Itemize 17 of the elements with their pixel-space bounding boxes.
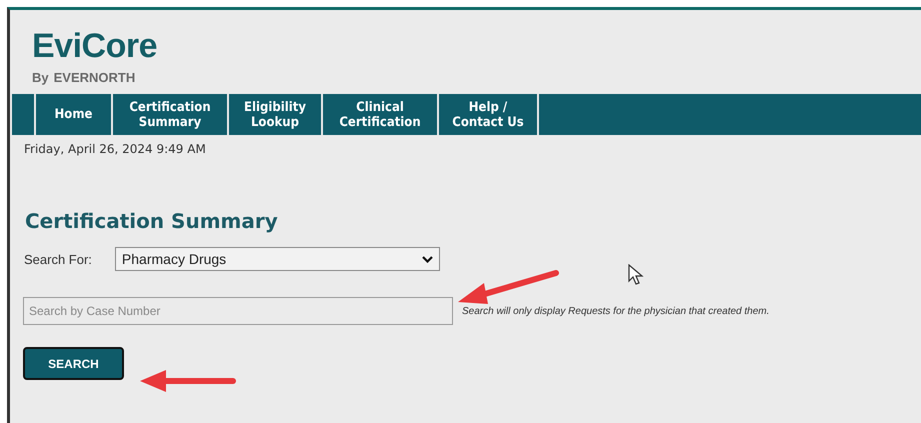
nav-tab[interactable]: Certification Summary [113, 94, 229, 135]
page-heading: Certification Summary [25, 209, 278, 233]
search-button[interactable]: SEARCH [23, 347, 124, 380]
tagline-text: By [32, 70, 49, 85]
nav-tab[interactable]: Clinical Certification [323, 94, 439, 135]
search-for-dropdown[interactable]: Pharmacy Drugs [114, 247, 440, 271]
nav-tab[interactable]: Home [36, 94, 113, 135]
chevron-down-icon [422, 256, 433, 262]
nav-tab[interactable]: Eligibility Lookup [229, 94, 323, 135]
logo-wordmark: EviCore [32, 28, 157, 64]
search-note: Search will only display Requests for the physician that created them. [462, 306, 770, 316]
cursor-icon [628, 264, 644, 286]
tagline-brand: EVERNORTH [54, 70, 136, 85]
date-text: Friday, April 26, 2024 9:49 AM [23, 141, 206, 157]
case-number-field[interactable]: Search by Case Number [23, 297, 453, 325]
nav-tab[interactable]: Help / Contact Us [439, 94, 539, 135]
field-label: Search For: [24, 252, 92, 266]
